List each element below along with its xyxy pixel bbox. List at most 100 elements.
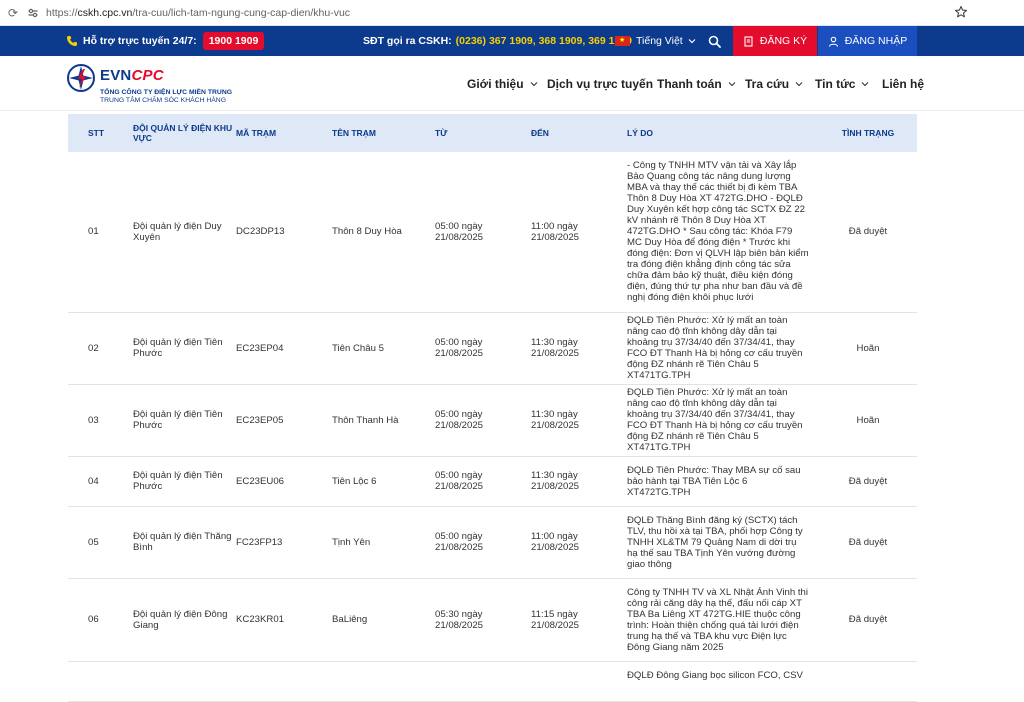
- nav-item-tra-cuu[interactable]: Tra cứu: [745, 77, 803, 91]
- cell-doi: Đội quản lý điện Thăng Bình: [133, 506, 236, 579]
- table-row: ĐQLĐ Đông Giang bọc silicon FCO, CSV: [68, 661, 917, 702]
- cell-den: [531, 661, 627, 702]
- cell-doi: [133, 661, 236, 702]
- cell-ma-tram: DC23DP13: [236, 152, 332, 313]
- logo-subtitle-2: TRUNG TÂM CHĂM SÓC KHÁCH HÀNG: [100, 97, 227, 104]
- cell-ten-tram: Tiên Châu 5: [332, 312, 435, 385]
- col-header-tu: TỪ: [435, 128, 448, 138]
- register-button[interactable]: ĐĂNG KÝ: [733, 26, 817, 56]
- cell-ten-tram: Thôn Thanh Hà: [332, 384, 435, 457]
- logo-brand-cpc: CPC: [131, 67, 164, 84]
- cell-ten-tram: [332, 661, 435, 702]
- nav-item-thanh-toan[interactable]: Thanh toán: [657, 77, 736, 91]
- table-header-row: STT ĐỘI QUẢN LÝ ĐIỆN KHU VỰC MÃ TRẠM TÊN…: [68, 114, 917, 152]
- cell-ma-tram: EC23EP05: [236, 384, 332, 457]
- cell-tu: [435, 661, 531, 702]
- nav-label: Giới thiệu: [467, 77, 524, 91]
- cell-stt: 02: [68, 312, 133, 385]
- cell-ma-tram: EC23EP04: [236, 312, 332, 385]
- language-selector[interactable]: Tiếng Việt: [615, 26, 696, 56]
- cskh-numbers[interactable]: (0236) 367 1909, 368 1909, 369 1909: [456, 35, 632, 47]
- chevron-down-icon: [688, 39, 696, 44]
- table-row: 06 Đội quản lý điện Đông Giang KC23KR01 …: [68, 578, 917, 662]
- site-info-icon[interactable]: [26, 6, 40, 20]
- cell-ten-tram: BaLiêng: [332, 578, 435, 662]
- hotline-label: Hỗ trợ trực tuyến 24/7:: [83, 35, 197, 47]
- cell-den: 11:00 ngày 21/08/2025: [531, 152, 627, 313]
- cell-tinh-trang: Đã duyệt: [819, 578, 917, 662]
- url-text[interactable]: https://cskh.cpc.vn/tra-cuu/lich-tam-ngu…: [46, 7, 350, 19]
- cell-ten-tram: Tịnh Yên: [332, 506, 435, 579]
- nav-item-gioi-thieu[interactable]: Giới thiệu: [467, 77, 538, 91]
- cell-den: 11:30 ngày 21/08/2025: [531, 384, 627, 457]
- cell-tinh-trang: [819, 661, 917, 702]
- cell-ten-tram: Thôn 8 Duy Hòa: [332, 152, 435, 313]
- nav-label: Tin tức: [815, 77, 856, 91]
- cskh-phones: SĐT gọi ra CSKH: (0236) 367 1909, 368 19…: [363, 26, 632, 56]
- table-row: 03 Đội quản lý điện Tiên Phước EC23EP05 …: [68, 384, 917, 457]
- phone-icon: [67, 36, 77, 46]
- hotline-number[interactable]: 1900 1909: [202, 32, 265, 50]
- cell-doi: Đội quản lý điện Tiên Phước: [133, 384, 236, 457]
- url-path: /tra-cuu/lich-tam-ngung-cung-cap-dien/kh…: [132, 6, 351, 19]
- chevron-down-icon: [795, 82, 803, 87]
- login-button[interactable]: ĐĂNG NHẬP: [818, 26, 917, 56]
- bookmark-star-icon[interactable]: [954, 5, 968, 19]
- nav-item-dich-vu-truc-tuyen[interactable]: Dịch vụ trực tuyến: [547, 77, 653, 91]
- cell-tu: 05:00 ngày 21/08/2025: [435, 506, 531, 579]
- cell-den: 11:30 ngày 21/08/2025: [531, 312, 627, 385]
- nav-label: Thanh toán: [657, 77, 722, 91]
- cell-den: 11:00 ngày 21/08/2025: [531, 506, 627, 579]
- col-header-stt: STT: [88, 128, 105, 138]
- top-bar: Hỗ trợ trực tuyến 24/7: 1900 1909 SĐT gọ…: [0, 26, 1024, 56]
- cell-den: 11:15 ngày 21/08/2025: [531, 578, 627, 662]
- hotline: Hỗ trợ trực tuyến 24/7: 1900 1909: [66, 26, 265, 56]
- cell-tu: 05:30 ngày 21/08/2025: [435, 578, 531, 662]
- cell-tu: 05:00 ngày 21/08/2025: [435, 312, 531, 385]
- nav-label: Liên hệ: [882, 77, 925, 91]
- search-icon[interactable]: [708, 35, 721, 48]
- browser-address-bar[interactable]: ⟳ https://cskh.cpc.vn/tra-cuu/lich-tam-n…: [0, 0, 1024, 26]
- cell-ma-tram: EC23EU06: [236, 456, 332, 507]
- cell-ly-do: Công ty TNHH TV và XL Nhật Ánh Vinh thi …: [627, 578, 819, 662]
- col-header-ten-tram: TÊN TRẠM: [332, 128, 376, 138]
- logo-brand: EVNCPC: [100, 67, 232, 84]
- table-row: 02 Đội quản lý điện Tiên Phước EC23EP04 …: [68, 312, 917, 385]
- chevron-down-icon: [530, 82, 537, 87]
- chevron-down-icon: [728, 82, 736, 87]
- cell-ma-tram: FC23FP13: [236, 506, 332, 579]
- logo-subtitle-1: TỔNG CÔNG TY ĐIỆN LỰC MIỀN TRUNG: [100, 89, 233, 96]
- nav-item-lien-he[interactable]: Liên hệ: [882, 77, 924, 91]
- cell-doi: Đội quản lý điện Đông Giang: [133, 578, 236, 662]
- url-domain: cskh.cpc.vn: [77, 6, 133, 19]
- cell-doi: Đội quản lý điện Tiên Phước: [133, 312, 236, 385]
- cell-ly-do: ĐQLĐ Tiên Phước: Thay MBA sự cố sau bảo …: [627, 456, 819, 507]
- cell-doi: Đội quản lý điện Duy Xuyên: [133, 152, 236, 313]
- cell-stt: 06: [68, 578, 133, 662]
- cell-ten-tram: Tiên Lộc 6: [332, 456, 435, 507]
- table-row: 05 Đội quản lý điện Thăng Bình FC23FP13 …: [68, 506, 917, 579]
- nav-label: Tra cứu: [745, 77, 790, 91]
- col-header-ma-tram: MÃ TRẠM: [236, 128, 277, 138]
- cell-stt: [68, 661, 133, 702]
- cell-ma-tram: KC23KR01: [236, 578, 332, 662]
- cell-ly-do: ĐQLĐ Thăng Bình đăng ký (SCTX) tách TLV,…: [627, 506, 819, 579]
- register-icon: [744, 35, 753, 47]
- outage-schedule-table: STT ĐỘI QUẢN LÝ ĐIỆN KHU VỰC MÃ TRẠM TÊN…: [68, 114, 917, 702]
- cell-ly-do: ĐQLĐ Đông Giang bọc silicon FCO, CSV: [627, 661, 819, 702]
- cell-ly-do: ĐQLĐ Tiên Phước: Xử lý mất an toàn nâng …: [627, 384, 819, 457]
- cell-doi: Đội quản lý điện Tiên Phước: [133, 456, 236, 507]
- cell-tu: 05:00 ngày 21/08/2025: [435, 384, 531, 457]
- vietnam-flag-icon: [615, 36, 630, 46]
- evncpc-logo[interactable]: EVNCPC TỔNG CÔNG TY ĐIỆN LỰC MIỀN TRUNG …: [66, 63, 232, 104]
- cell-stt: 01: [68, 152, 133, 313]
- cell-tinh-trang: Hoãn: [819, 384, 917, 457]
- nav-item-tin-tuc[interactable]: Tin tức: [815, 77, 869, 91]
- table-row: 04 Đội quản lý điện Tiên Phước EC23EU06 …: [68, 456, 917, 507]
- cell-tinh-trang: Đã duyệt: [819, 152, 917, 313]
- cell-ly-do: ĐQLĐ Tiên Phước: Xử lý mất an toàn nâng …: [627, 312, 819, 385]
- site-header: EVNCPC TỔNG CÔNG TY ĐIỆN LỰC MIỀN TRUNG …: [0, 56, 1024, 111]
- cell-ma-tram: [236, 661, 332, 702]
- cell-tu: 05:00 ngày 21/08/2025: [435, 152, 531, 313]
- reload-icon[interactable]: ⟳: [8, 6, 22, 20]
